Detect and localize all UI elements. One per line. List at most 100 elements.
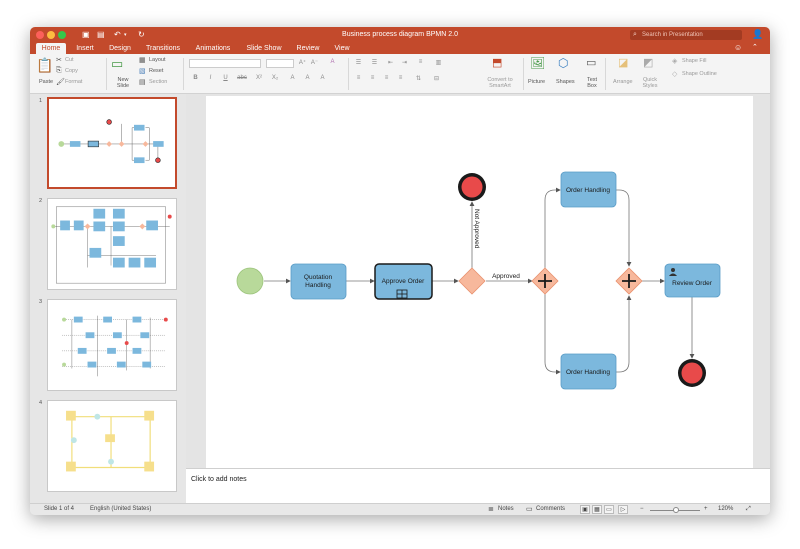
font-name-select[interactable]: [189, 59, 261, 68]
superscript-button[interactable]: X²: [253, 75, 265, 81]
tab-design[interactable]: Design: [104, 43, 136, 54]
zoom-out-button[interactable]: −: [640, 506, 644, 512]
new-slide-icon[interactable]: ▭: [111, 56, 123, 72]
numbering-icon[interactable]: ☰: [370, 59, 379, 66]
tab-slide-show[interactable]: Slide Show: [242, 43, 286, 54]
reading-view-button[interactable]: ▭: [604, 505, 614, 514]
tab-view[interactable]: View: [328, 43, 356, 54]
search-input[interactable]: ⌕ Search in Presentation: [630, 30, 742, 40]
task-label-line-1: Quotation Handling: [304, 274, 333, 289]
shapes-button[interactable]: Shapes: [556, 79, 575, 85]
slide-thumbnail-1[interactable]: [47, 97, 177, 189]
tab-animations[interactable]: Animations: [190, 43, 236, 54]
text-box-icon[interactable]: ▭: [586, 56, 596, 69]
notes-button[interactable]: Notes: [498, 506, 514, 512]
slide-thumbnail-4[interactable]: [47, 400, 177, 492]
arrange-icon[interactable]: ◪: [618, 56, 628, 69]
arrange-button[interactable]: Arrange: [613, 79, 633, 85]
text-box-button[interactable]: Text Box: [585, 77, 599, 89]
highlight-icon[interactable]: A: [303, 75, 312, 81]
quick-styles-icon[interactable]: ◩: [643, 56, 653, 69]
search-icon: ⌕: [633, 31, 637, 38]
language-indicator[interactable]: English (United States): [90, 506, 151, 512]
slide-canvas[interactable]: Quotation Handling Approve Order Order Ha…: [206, 96, 753, 469]
italic-button[interactable]: I: [206, 75, 215, 81]
task-order-handling-top[interactable]: Order Handling: [560, 171, 617, 208]
comments-icon: ▭: [526, 506, 533, 513]
subscript-button[interactable]: X₂: [269, 75, 281, 81]
align-center-icon[interactable]: ≡: [368, 75, 377, 81]
underline-button[interactable]: U: [221, 75, 230, 81]
normal-view-button[interactable]: ▣: [580, 505, 590, 514]
quick-styles-button[interactable]: Quick Styles: [641, 77, 659, 89]
picture-icon[interactable]: 🖼: [530, 56, 545, 70]
task-order-handling-bottom[interactable]: Order Handling: [560, 353, 617, 390]
format-painter-button[interactable]: Format: [65, 79, 82, 85]
font-size-select[interactable]: [266, 59, 294, 68]
picture-button[interactable]: Picture: [528, 79, 545, 85]
feedback-icon[interactable]: ☺: [734, 43, 742, 52]
zoom-slider-handle[interactable]: [673, 507, 679, 513]
flow-split-to-bottom[interactable]: [544, 294, 561, 375]
font-color-icon[interactable]: A: [288, 75, 297, 81]
align-left-icon[interactable]: ≡: [354, 75, 363, 81]
bold-button[interactable]: B: [191, 75, 200, 81]
tab-transitions[interactable]: Transitions: [140, 43, 186, 54]
slide-thumbnail-3[interactable]: [47, 299, 177, 391]
decrease-font-icon[interactable]: A⁻: [310, 59, 319, 66]
reset-button[interactable]: Reset: [149, 68, 163, 74]
fit-to-window-icon[interactable]: ⤢: [746, 506, 751, 513]
slide-sorter-button[interactable]: ▦: [592, 505, 602, 514]
exclusive-gateway[interactable]: [458, 267, 486, 295]
comments-button[interactable]: Comments: [536, 506, 565, 512]
new-slide-button[interactable]: New Slide: [114, 77, 132, 89]
line-spacing-icon[interactable]: ≡: [416, 59, 425, 65]
copy-button[interactable]: Copy: [65, 68, 78, 74]
shape-outline-button[interactable]: Shape Outline: [682, 71, 717, 77]
align-right-icon[interactable]: ≡: [382, 75, 391, 81]
justify-icon[interactable]: ≡: [396, 75, 405, 81]
increase-font-icon[interactable]: A⁺: [298, 59, 307, 66]
end-event-not-approved[interactable]: [458, 173, 486, 201]
slide-show-button[interactable]: ▷: [618, 505, 628, 514]
flow-bottom-to-join[interactable]: [616, 295, 632, 373]
slide-thumbnail-pane: 1 2 3 4: [30, 94, 186, 503]
zoom-in-button[interactable]: +: [704, 506, 708, 512]
paste-button[interactable]: Paste: [39, 79, 53, 85]
clear-format-icon[interactable]: A: [328, 59, 337, 65]
task-review-order[interactable]: Review Order: [664, 263, 721, 298]
end-event-review[interactable]: [678, 359, 706, 387]
parallel-gateway-join[interactable]: [615, 267, 643, 295]
strikethrough-button[interactable]: abc: [235, 75, 249, 81]
shapes-icon[interactable]: ⬡: [558, 56, 568, 70]
section-button[interactable]: Section: [149, 79, 167, 85]
align-text-icon[interactable]: ⊟: [432, 75, 441, 82]
slide-thumbnail-2[interactable]: [47, 198, 177, 290]
parallel-gateway-split[interactable]: [531, 267, 559, 295]
paste-icon[interactable]: 📋: [36, 57, 53, 74]
share-icon[interactable]: 👤: [752, 29, 763, 40]
collapse-ribbon-icon[interactable]: ⌃: [752, 43, 758, 51]
task-quotation-handling[interactable]: Quotation Handling: [290, 263, 347, 300]
start-event[interactable]: [236, 267, 264, 295]
convert-smartart-button[interactable]: Convert to SmartArt: [480, 77, 520, 89]
columns-icon[interactable]: ▥: [434, 59, 443, 66]
tab-home[interactable]: Home: [36, 43, 66, 54]
flow-split-to-top[interactable]: [544, 187, 561, 268]
slide-number: 4: [39, 400, 43, 406]
decrease-indent-icon[interactable]: ⇤: [386, 59, 395, 66]
flow-top-to-join[interactable]: [616, 189, 632, 267]
zoom-level[interactable]: 120%: [718, 506, 733, 512]
tab-review[interactable]: Review: [292, 43, 324, 54]
text-direction-icon[interactable]: ⇅: [414, 75, 423, 82]
task-approve-order[interactable]: Approve Order: [374, 263, 433, 300]
notes-pane[interactable]: Click to add notes: [186, 468, 770, 503]
layout-button[interactable]: Layout: [149, 57, 166, 63]
cut-button[interactable]: Cut: [65, 57, 74, 63]
shape-fill-button[interactable]: Shape Fill: [682, 58, 706, 64]
bullets-icon[interactable]: ☰: [354, 59, 363, 66]
increase-indent-icon[interactable]: ⇥: [400, 59, 409, 66]
tab-insert[interactable]: Insert: [70, 43, 100, 54]
text-effects-icon[interactable]: A: [318, 75, 327, 81]
smartart-icon[interactable]: ⬒: [492, 56, 502, 69]
